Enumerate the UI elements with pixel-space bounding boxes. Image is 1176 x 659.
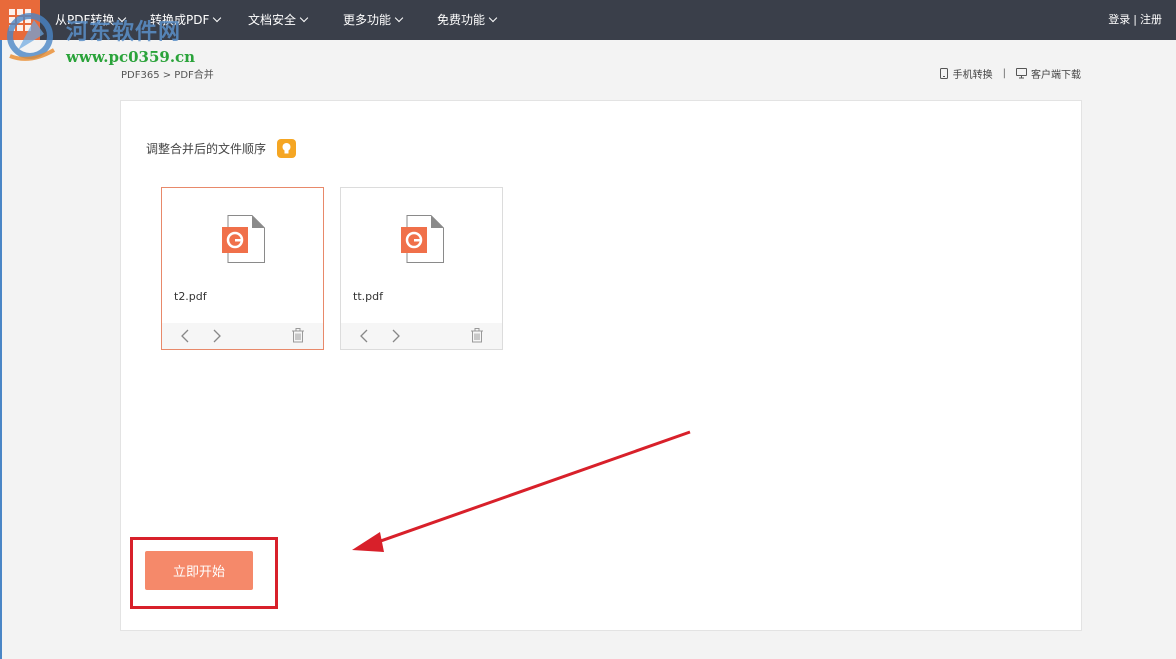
left-edge — [0, 40, 2, 659]
move-right-icon[interactable] — [212, 329, 222, 343]
nav-doc-security[interactable]: 文档安全 — [248, 0, 309, 40]
chevron-down-icon — [299, 13, 309, 23]
nav-label: 免费功能 — [437, 13, 486, 27]
move-left-icon[interactable] — [359, 329, 369, 343]
start-merge-button[interactable]: 立即开始 — [145, 551, 253, 590]
client-download-link[interactable]: 客户端下载 — [1016, 66, 1081, 81]
nav-to-pdf[interactable]: 转换成PDF — [150, 0, 222, 40]
file-card[interactable]: t2.pdf — [161, 187, 324, 350]
order-hint: 调整合并后的文件顺序 — [146, 139, 297, 158]
chevron-down-icon — [394, 13, 404, 23]
file-name: tt.pdf — [353, 290, 383, 303]
trash-icon[interactable] — [291, 328, 305, 343]
file-card-toolbar — [341, 323, 502, 349]
app-logo[interactable] — [0, 0, 40, 40]
chevron-down-icon — [488, 13, 498, 23]
file-name: t2.pdf — [174, 290, 207, 303]
trash-icon[interactable] — [470, 328, 484, 343]
nav-label: 从PDF转换 — [55, 13, 115, 27]
top-navigation-bar: 从PDF转换 转换成PDF 文档安全 更多功能 免费功能 登录 | 注册 — [0, 0, 1176, 40]
register-link[interactable]: 注册 — [1140, 13, 1162, 26]
pdf-file-icon — [401, 215, 444, 263]
move-left-icon[interactable] — [180, 329, 190, 343]
phone-icon — [939, 68, 948, 79]
pdf-file-icon — [222, 215, 265, 263]
nav-label: 转换成PDF — [150, 13, 210, 27]
nav-label: 更多功能 — [343, 13, 392, 27]
top-links-divider: | — [1002, 68, 1006, 79]
nav-label: 文档安全 — [248, 13, 297, 27]
watermark-url: www.pc0359.cn — [66, 48, 196, 66]
mobile-convert-label: 手机转换 — [952, 70, 993, 81]
lightbulb-icon[interactable] — [277, 139, 297, 158]
top-links: 手机转换 | 客户端下载 — [939, 66, 1081, 81]
auth-separator: | — [1133, 13, 1137, 26]
nav-free-features[interactable]: 免费功能 — [437, 0, 498, 40]
move-right-icon[interactable] — [391, 329, 401, 343]
mobile-convert-link[interactable]: 手机转换 — [939, 66, 993, 81]
monitor-icon — [1016, 68, 1027, 79]
nav-from-pdf[interactable]: 从PDF转换 — [55, 0, 127, 40]
file-card-toolbar — [162, 323, 323, 349]
file-card[interactable]: tt.pdf — [340, 187, 503, 350]
merge-panel: 调整合并后的文件顺序 t2.pdf tt.pdf 立即开始 — [120, 100, 1082, 631]
order-hint-text: 调整合并后的文件顺序 — [146, 142, 267, 156]
nav-more-features[interactable]: 更多功能 — [343, 0, 404, 40]
login-link[interactable]: 登录 — [1108, 13, 1130, 26]
chevron-down-icon — [213, 13, 222, 23]
breadcrumb[interactable]: PDF365 > PDF合并 — [121, 66, 214, 81]
auth-links: 登录 | 注册 — [1108, 0, 1162, 40]
chevron-down-icon — [118, 13, 127, 23]
client-download-label: 客户端下载 — [1031, 70, 1081, 81]
